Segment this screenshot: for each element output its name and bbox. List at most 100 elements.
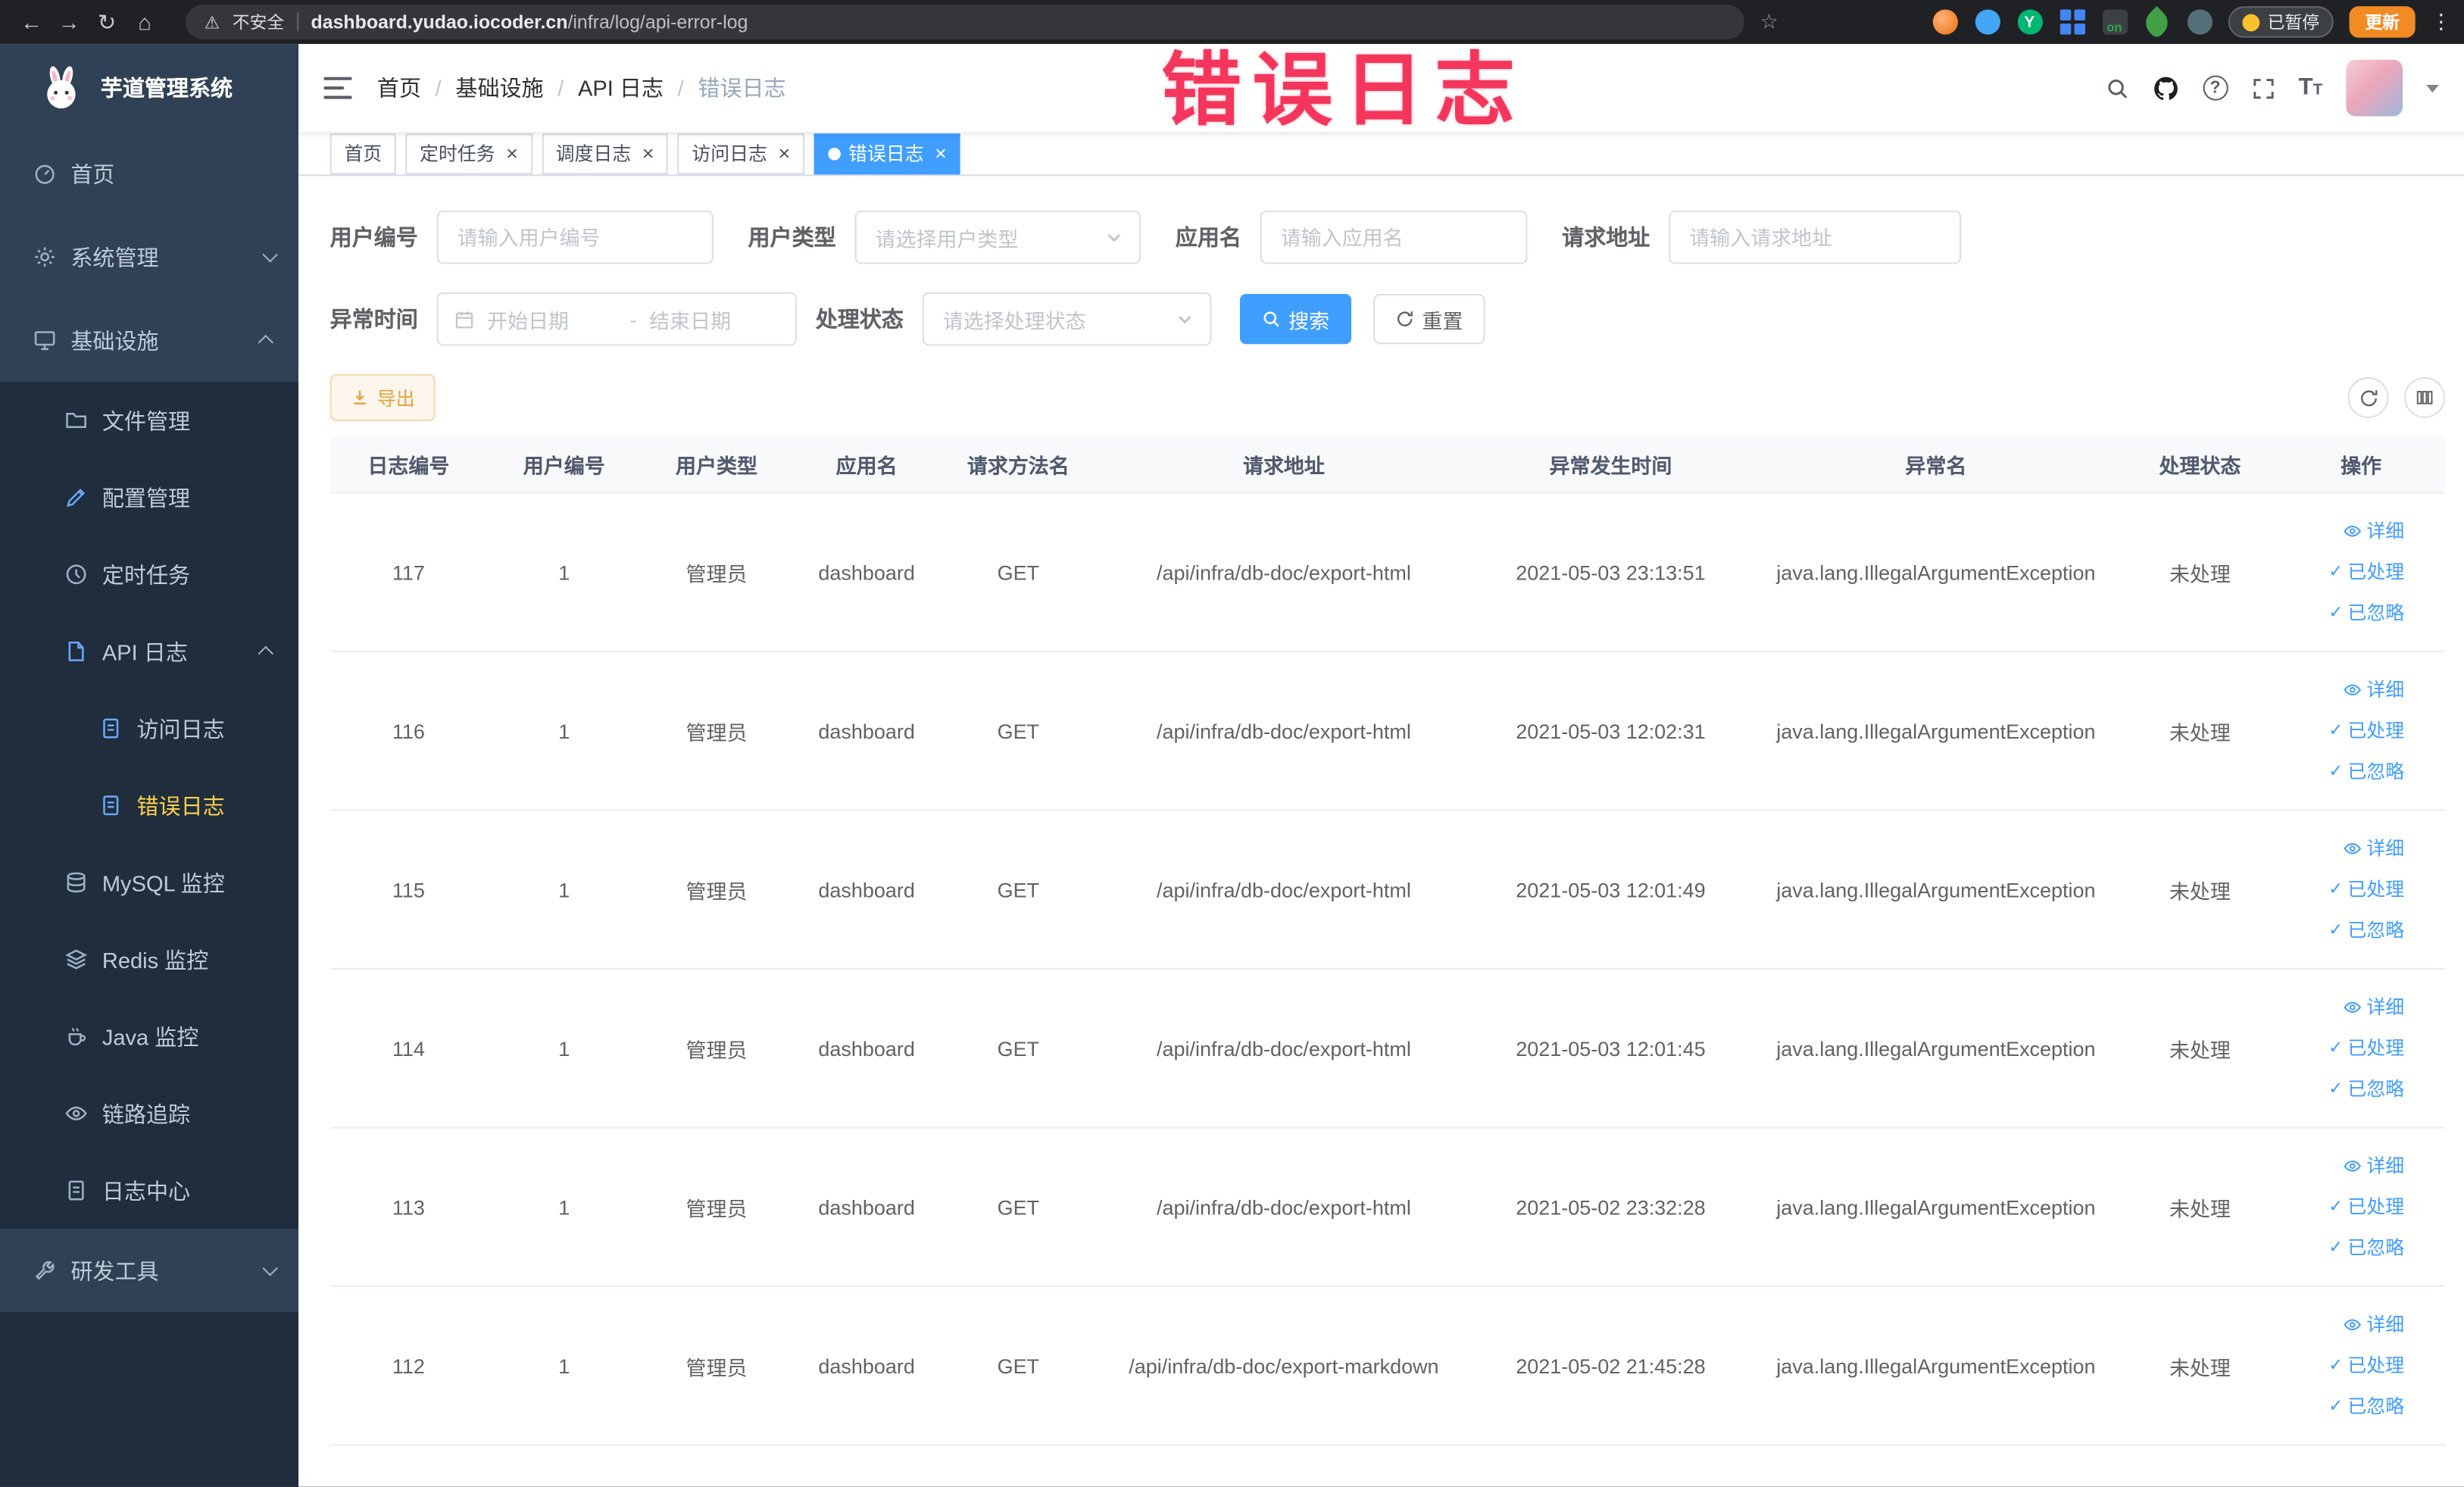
- sidebar-item-home[interactable]: 首页: [0, 132, 298, 215]
- home-icon[interactable]: ⌂: [126, 3, 164, 41]
- bookmark-star-icon[interactable]: ☆: [1760, 9, 1779, 34]
- refresh-icon: [2359, 389, 2377, 406]
- filter-row-2: 异常时间 开始日期 - 结束日期 处理状态 请选择处理状态 搜索 重置: [330, 292, 2445, 346]
- mark-ignored-link[interactable]: ✓ 已忽略: [2328, 1070, 2404, 1108]
- address-bar[interactable]: ⚠ 不安全 dashboard.yudao.iocoder.cn/infra/l…: [185, 5, 1744, 39]
- detail-link[interactable]: 详细: [2343, 1147, 2404, 1185]
- sidebar-item-dev-tools[interactable]: 研发工具: [0, 1229, 298, 1312]
- sidebar-item-mysql-monitor[interactable]: MySQL 监控: [0, 844, 298, 921]
- extension-icon-leaf[interactable]: [2140, 5, 2174, 39]
- sidebar-item-java-monitor[interactable]: Java 监控: [0, 998, 298, 1075]
- start-date-placeholder: 开始日期: [487, 308, 570, 333]
- sidebar-item-system[interactable]: 系统管理: [0, 215, 298, 298]
- main-area: 首页 / 基础设施 / API 日志 / 错误日志 ? TT 首页 定时任务 ×…: [298, 44, 2464, 1487]
- search-icon[interactable]: [2105, 77, 2128, 100]
- breadcrumb-api-logs[interactable]: API 日志: [578, 72, 664, 103]
- mark-processed-link[interactable]: ✓ 已处理: [2328, 1029, 2404, 1067]
- search-button[interactable]: 搜索: [1239, 293, 1352, 345]
- reset-button[interactable]: 重置: [1373, 293, 1485, 345]
- mark-processed-link[interactable]: ✓ 已处理: [2328, 553, 2404, 591]
- breadcrumb-home[interactable]: 首页: [377, 72, 421, 103]
- extension-icon-on-badge[interactable]: on: [2101, 8, 2128, 35]
- tab-home[interactable]: 首页: [329, 133, 396, 174]
- browser-menu-icon[interactable]: ⋮: [2431, 9, 2451, 34]
- chevron-down-icon: [1107, 234, 1121, 242]
- column-header: 应用名: [835, 454, 898, 478]
- breadcrumb-infrastructure[interactable]: 基础设施: [455, 72, 543, 103]
- detail-link[interactable]: 详细: [2343, 512, 2404, 550]
- sidebar-item-access-logs[interactable]: 访问日志: [0, 690, 298, 767]
- app-name-input[interactable]: [1260, 210, 1528, 264]
- security-label: 不安全: [232, 14, 285, 33]
- check-icon: ✓: [2328, 562, 2344, 582]
- refresh-button[interactable]: [2347, 376, 2389, 418]
- mark-ignored-link[interactable]: ✓ 已忽略: [2328, 594, 2404, 632]
- exception-time-label: 异常时间: [329, 306, 418, 332]
- mark-ignored-link[interactable]: ✓ 已忽略: [2328, 753, 2404, 791]
- user-type-select[interactable]: 请选择用户类型: [854, 210, 1141, 264]
- tab-error-logs[interactable]: 错误日志 ×: [814, 133, 961, 174]
- user-id-input[interactable]: [436, 210, 714, 264]
- logo-image: [38, 64, 85, 111]
- close-icon[interactable]: ×: [506, 142, 518, 163]
- back-icon[interactable]: ←: [13, 3, 51, 41]
- tab-access-logs[interactable]: 访问日志 ×: [677, 133, 804, 174]
- sidebar-item-error-logs[interactable]: 错误日志: [0, 767, 298, 844]
- detail-link[interactable]: 详细: [2343, 671, 2404, 709]
- request-url-input[interactable]: [1669, 210, 1962, 264]
- tab-schedule-logs[interactable]: 调度日志 ×: [541, 133, 669, 174]
- mark-ignored-link[interactable]: ✓ 已忽略: [2328, 1388, 2404, 1426]
- font-size-icon[interactable]: TT: [2299, 76, 2323, 99]
- check-icon: ✓: [2328, 1197, 2344, 1217]
- forward-icon[interactable]: →: [50, 3, 88, 41]
- mark-processed-link[interactable]: ✓ 已处理: [2328, 712, 2404, 750]
- check-icon: ✓: [2328, 1238, 2344, 1257]
- sidebar-item-log-center[interactable]: 日志中心: [0, 1152, 298, 1229]
- search-icon: [1263, 311, 1279, 327]
- extension-icon-orange[interactable]: [1932, 8, 1958, 35]
- date-range-picker[interactable]: 开始日期 - 结束日期: [436, 292, 797, 346]
- paused-pill-button[interactable]: 已暂停: [2228, 6, 2334, 38]
- export-button[interactable]: 导出: [329, 373, 436, 421]
- end-date-placeholder: 结束日期: [649, 308, 732, 333]
- breadcrumb: 首页 / 基础设施 / API 日志 / 错误日志: [377, 72, 786, 103]
- sidebar-item-file-management[interactable]: 文件管理: [0, 382, 298, 459]
- column-settings-button[interactable]: [2404, 376, 2446, 418]
- check-icon: ✓: [2328, 879, 2344, 899]
- sidebar-item-api-logs[interactable]: API 日志: [0, 613, 298, 690]
- sidebar-item-config-management[interactable]: 配置管理: [0, 459, 298, 536]
- user-id-label: 用户编号: [329, 224, 418, 250]
- detail-link[interactable]: 详细: [2343, 1306, 2404, 1344]
- update-button[interactable]: 更新: [2349, 6, 2416, 38]
- sidebar-item-scheduled-tasks[interactable]: 定时任务: [0, 536, 298, 613]
- tab-scheduled-tasks[interactable]: 定时任务 ×: [405, 133, 532, 174]
- avatar[interactable]: [2346, 59, 2403, 117]
- mark-processed-link[interactable]: ✓ 已处理: [2328, 870, 2404, 908]
- hamburger-icon[interactable]: [323, 77, 352, 99]
- navbar-actions: ? TT: [2105, 59, 2439, 117]
- sidebar-item-trace[interactable]: 链路追踪: [0, 1075, 298, 1152]
- mark-processed-link[interactable]: ✓ 已处理: [2328, 1347, 2404, 1385]
- github-icon[interactable]: [2153, 75, 2179, 102]
- close-icon[interactable]: ×: [642, 142, 654, 163]
- detail-link[interactable]: 详细: [2343, 989, 2404, 1026]
- mark-processed-link[interactable]: ✓ 已处理: [2328, 1188, 2404, 1226]
- mark-ignored-link[interactable]: ✓ 已忽略: [2328, 911, 2404, 949]
- mark-ignored-link[interactable]: ✓ 已忽略: [2328, 1229, 2404, 1267]
- extension-icon-paw[interactable]: [2186, 8, 2213, 35]
- avatar-caret-icon[interactable]: [2426, 83, 2439, 92]
- process-status-select[interactable]: 请选择处理状态: [922, 292, 1212, 346]
- help-icon[interactable]: ?: [2203, 75, 2228, 101]
- check-icon: ✓: [2328, 603, 2344, 623]
- sidebar-item-infrastructure[interactable]: 基础设施: [0, 298, 298, 382]
- detail-link[interactable]: 详细: [2343, 829, 2404, 867]
- url-text: dashboard.yudao.iocoder.cn/infra/log/api…: [311, 11, 748, 33]
- extension-icon-blue[interactable]: [1974, 8, 2000, 35]
- sidebar-item-redis-monitor[interactable]: Redis 监控: [0, 921, 298, 998]
- extension-icon-grid[interactable]: [2059, 8, 2085, 35]
- close-icon[interactable]: ×: [935, 142, 947, 163]
- close-icon[interactable]: ×: [778, 142, 790, 163]
- extension-icon-y[interactable]: Y: [2016, 8, 2043, 35]
- fullscreen-icon[interactable]: [2251, 77, 2275, 100]
- reload-icon[interactable]: ↻: [88, 3, 126, 41]
